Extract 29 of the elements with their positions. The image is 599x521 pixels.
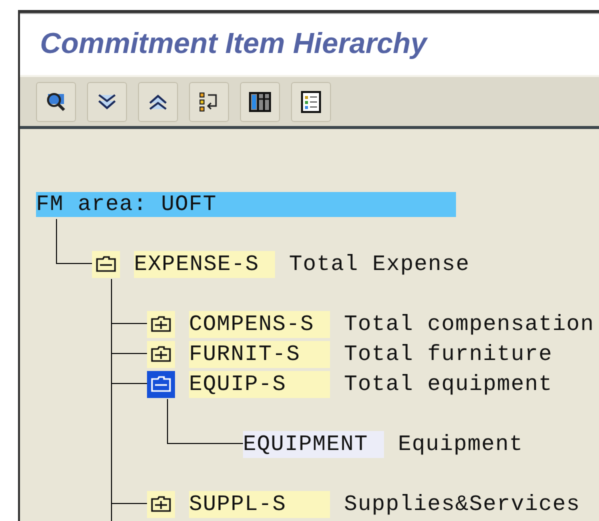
list-button[interactable] [189,82,229,122]
find-button[interactable] [36,82,76,122]
collapse-all-button[interactable] [138,82,178,122]
columns-button[interactable] [240,82,280,122]
expand-folder-icon[interactable] [147,340,175,368]
item-description: Supplies&Services [344,490,580,518]
item-description: Total equipment [344,370,553,398]
item-code[interactable]: SUPPL-S [189,490,330,518]
item-code[interactable]: FURNIT-S [189,340,330,368]
item-code[interactable]: EXPENSE-S [134,250,275,278]
expand-folder-icon[interactable] [147,310,175,338]
expand-all-button[interactable] [87,82,127,122]
checklist-icon [300,90,322,112]
checklist-button[interactable] [291,82,331,122]
collapse-folder-icon[interactable] [147,370,175,398]
item-description: Total furniture [344,340,553,368]
item-description: Total Expense [289,250,470,278]
item-description: Total compensation [344,310,594,338]
item-description: Equipment [398,430,524,458]
columns-icon [249,90,271,112]
list-icon [198,90,220,112]
window-title: Commitment Item Hierarchy [40,26,427,62]
item-code[interactable]: COMPENS-S [189,310,330,338]
expand-folder-icon[interactable] [147,490,175,518]
collapse-folder-icon[interactable] [92,250,120,278]
item-code[interactable]: EQUIP-S [189,370,330,398]
tree-root[interactable]: FM area: UOFT [36,192,456,216]
find-icon [45,90,67,112]
item-code[interactable]: EQUIPMENT [243,430,384,458]
